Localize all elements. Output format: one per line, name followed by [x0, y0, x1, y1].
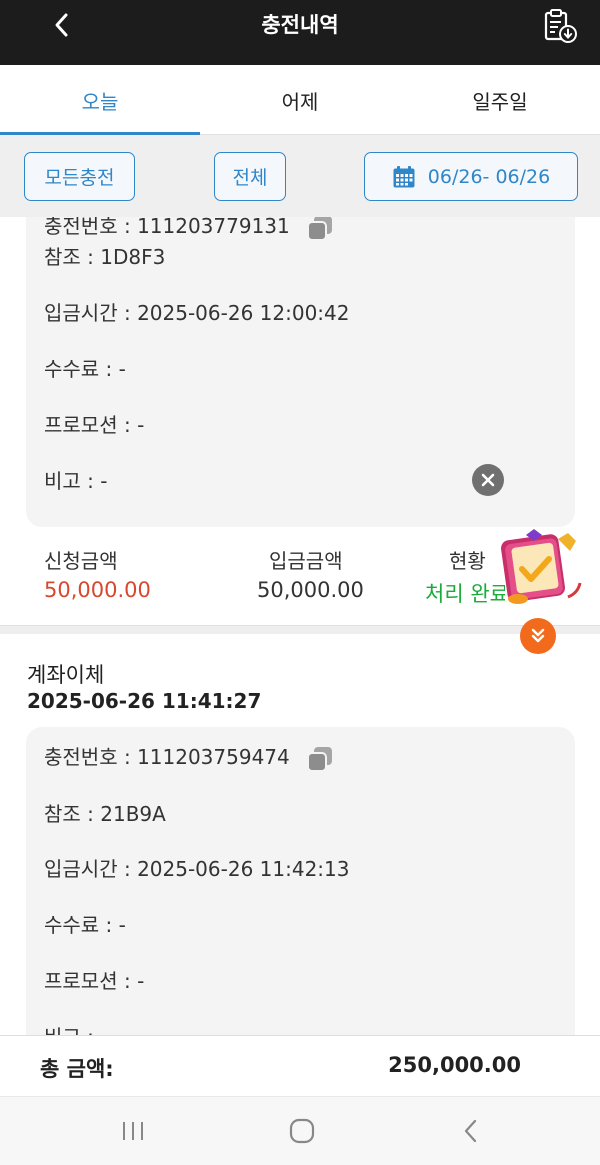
close-icon	[481, 473, 495, 487]
gift-checklist-icon	[501, 529, 582, 604]
deposited-amount: 50,000.00	[257, 578, 364, 602]
deposit-number: 111203779131	[137, 217, 290, 238]
home-icon	[289, 1118, 315, 1144]
top-bar: 충전내역	[0, 0, 600, 65]
fee-row: 수수료 : -	[44, 357, 126, 381]
copy-icon[interactable]	[306, 217, 334, 242]
tab-today[interactable]: 오늘	[0, 65, 200, 135]
deposit-number: 111203759474	[137, 745, 290, 769]
deposit-number-row: 충전번호 : 111203779131	[44, 217, 334, 242]
tab-yesterday[interactable]: 어제	[200, 65, 400, 134]
note-row: 비고 :	[44, 1021, 94, 1035]
note-row: 비고 : -	[44, 469, 108, 493]
system-nav-bar	[0, 1096, 600, 1165]
export-records-button[interactable]	[538, 4, 582, 48]
promotion-row: 프로모션 : -	[44, 969, 145, 993]
deposit-number-row: 충전번호 : 111203759474	[44, 741, 334, 773]
recent-apps-icon	[123, 1122, 143, 1140]
recent-apps-button[interactable]	[108, 1111, 158, 1151]
record-detail-box: 충전번호 : 111203759474 참조 : 21B9A 입금시간 : 20…	[26, 727, 575, 1035]
expand-button[interactable]	[520, 618, 556, 654]
deposit-type-filter-button[interactable]: 모든충전	[24, 152, 135, 201]
record-divider	[0, 625, 600, 634]
reference-row: 참조 : 21B9A	[44, 802, 166, 826]
status-label: 현황	[449, 549, 486, 573]
record-detail-box: 충전번호 : 111203779131 참조 : 1D8F3 입금시간 : 20…	[26, 217, 575, 527]
status-value: 처리 완료	[425, 582, 505, 606]
app-screen: 충전내역 오늘 어제 일주일 모든충전 전체 06/26- 06/26 충전번호…	[0, 0, 600, 1165]
status-filter-button[interactable]: 전체	[214, 152, 286, 201]
copy-icon[interactable]	[306, 745, 334, 773]
total-amount: 250,000.00	[388, 1053, 521, 1077]
promo-floating-badge[interactable]	[496, 527, 586, 607]
record-datetime: 2025-06-26 11:41:27	[27, 689, 262, 713]
deposit-time-row: 입금시간 : 2025-06-26 11:42:13	[44, 857, 350, 881]
requested-amount: 50,000.00	[44, 578, 151, 602]
date-range-label: 06/26- 06/26	[427, 165, 551, 188]
filter-bar: 모든충전 전체 06/26- 06/26	[0, 135, 600, 217]
records-list[interactable]: 충전번호 : 111203779131 참조 : 1D8F3 입금시간 : 20…	[0, 217, 600, 1035]
reference-row: 참조 : 1D8F3	[44, 245, 166, 269]
deposit-time-row: 입금시간 : 2025-06-26 12:00:42	[44, 301, 350, 325]
period-tabs: 오늘 어제 일주일	[0, 65, 600, 135]
home-button[interactable]	[277, 1111, 327, 1151]
page-title: 충전내역	[261, 13, 339, 37]
payment-method: 계좌이체	[27, 663, 105, 687]
deposited-amount-label: 입금금액	[269, 549, 343, 573]
total-label: 총 금액:	[40, 1057, 114, 1081]
tab-week[interactable]: 일주일	[400, 65, 600, 134]
fee-row: 수수료 : -	[44, 913, 126, 937]
requested-amount-label: 신청금액	[44, 549, 118, 573]
total-bar: 총 금액: 250,000.00	[0, 1035, 600, 1096]
chevrons-down-icon	[531, 628, 545, 643]
close-details-button[interactable]	[472, 464, 504, 496]
calendar-icon	[393, 165, 415, 187]
clipboard-download-icon	[544, 9, 577, 43]
promotion-row: 프로모션 : -	[44, 413, 145, 437]
back-icon	[464, 1119, 477, 1143]
system-back-button[interactable]	[446, 1111, 496, 1151]
date-range-button[interactable]: 06/26- 06/26	[364, 152, 578, 201]
